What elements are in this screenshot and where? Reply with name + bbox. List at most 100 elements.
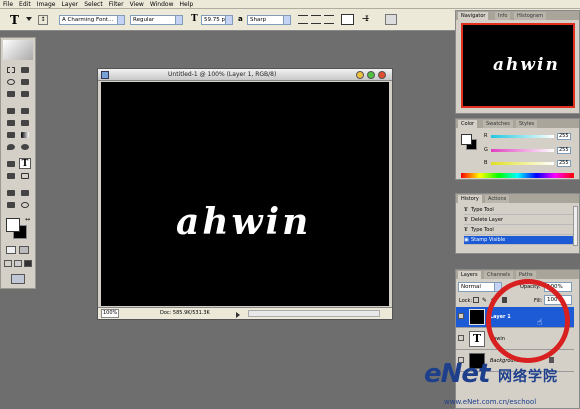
menu-image[interactable]: Image [34,0,59,8]
font-family-select[interactable]: A Charming Font... [59,15,125,25]
gradient-tool-icon[interactable] [19,130,31,140]
foreground-color-swatch[interactable] [6,218,20,232]
palettes-toggle-icon[interactable] [385,14,397,25]
doc-info[interactable]: Doc: 585.9K/531.3K [160,308,210,318]
history-brush-tool-icon[interactable] [19,118,31,128]
hand-tool-icon[interactable] [5,200,17,210]
type-tool-icon: T [464,207,468,213]
blur-tool-icon[interactable] [5,142,17,152]
minimize-button[interactable] [356,71,364,79]
brush-tool-icon[interactable] [19,106,31,116]
type-layer-icon: T [469,331,485,347]
menu-file[interactable]: File [0,0,16,8]
slider-g[interactable] [491,149,554,152]
align-left-icon[interactable] [298,15,308,24]
channel-label-r: R [484,133,488,139]
canvas[interactable]: ahwin [101,82,389,306]
lock-transparency-icon[interactable] [473,297,479,303]
align-right-icon[interactable] [324,15,334,24]
font-style-select[interactable]: Regular [130,15,183,25]
align-center-icon[interactable] [311,15,321,24]
slider-b[interactable] [491,162,554,165]
document-title: Untitled-1 @ 100% (Layer 1, RGB/8) [168,71,277,78]
slider-r[interactable] [491,135,554,138]
crop-tool-icon[interactable] [5,89,17,99]
color-tabs: Color Swatches Styles [456,119,579,128]
lasso-tool-icon[interactable] [5,77,17,87]
tab-history[interactable]: History [458,195,482,203]
panel-fg-color-swatch[interactable] [461,134,472,145]
standard-mode-icon[interactable] [6,246,16,254]
tab-actions[interactable]: Actions [485,195,510,203]
tab-navigator[interactable]: Navigator [458,12,489,20]
chevron-down-icon [225,16,232,24]
tab-info[interactable]: Info [495,12,511,20]
close-button[interactable] [378,71,386,79]
color-ramp[interactable] [461,173,574,178]
notes-tool-icon[interactable] [5,188,17,198]
path-selection-tool-icon[interactable] [5,159,17,169]
pen-tool-icon[interactable] [5,171,17,181]
warp-text-icon[interactable]: ɪ̶ [365,13,369,24]
screen-mode-standard-icon[interactable] [4,260,12,267]
stamp-tool-icon[interactable] [5,118,17,128]
quick-mask-mode-icon[interactable] [19,246,29,254]
toolbox: T ↔ [0,37,36,289]
chevron-down-icon [175,16,182,24]
eye-icon[interactable] [458,335,464,341]
move-tool-icon[interactable] [19,65,31,75]
tool-preset-dropdown-icon[interactable] [26,17,32,21]
zoom-tool-icon[interactable] [19,200,31,210]
type-tool-icon[interactable]: T [10,13,19,27]
menu-filter[interactable]: Filter [106,0,127,8]
menu-layer[interactable]: Layer [58,0,81,8]
screen-mode-full-menu-icon[interactable] [14,260,22,267]
zoom-field[interactable]: 100% [101,309,119,318]
history-item[interactable]: T Type Tool [464,206,574,215]
antialias-select[interactable]: Sharp [247,15,291,25]
document-title-bar[interactable]: Untitled-1 @ 100% (Layer 1, RGB/8) [98,69,392,81]
menu-help[interactable]: Help [177,0,197,8]
shape-tool-icon[interactable] [19,171,31,181]
history-item[interactable]: T Type Tool [464,226,574,235]
eyedropper-tool-icon[interactable] [19,188,31,198]
tab-swatches[interactable]: Swatches [483,120,513,128]
magic-wand-tool-icon[interactable] [19,77,31,87]
tab-layers[interactable]: Layers [458,271,481,279]
font-size-select[interactable]: 59.75 pt [201,15,233,25]
tab-channels[interactable]: Channels [484,271,514,279]
menu-window[interactable]: Window [147,0,177,8]
text-color-swatch[interactable] [341,14,354,25]
eye-icon[interactable] [458,313,464,319]
healing-brush-tool-icon[interactable] [5,106,17,116]
value-r[interactable]: 255 [557,133,571,140]
tab-histogram[interactable]: Histogram [514,12,546,20]
tab-styles[interactable]: Styles [516,120,538,128]
slice-tool-icon[interactable] [19,89,31,99]
history-item-selected[interactable]: ▣ Stamp Visible [464,236,574,245]
maximize-button[interactable] [367,71,375,79]
screen-mode-full-icon[interactable] [24,260,32,267]
swap-colors-icon[interactable]: ↔ [25,216,30,223]
tab-color[interactable]: Color [458,120,478,128]
dodge-tool-icon[interactable] [19,142,31,152]
marquee-tool-icon[interactable] [5,65,17,75]
tab-paths[interactable]: Paths [516,271,536,279]
type-tool-active-icon[interactable]: T [19,158,31,169]
menu-select[interactable]: Select [81,0,106,8]
value-b[interactable]: 255 [557,160,571,167]
menu-edit[interactable]: Edit [16,0,34,8]
history-scrollbar[interactable] [573,206,578,246]
horizontal-scrollbar[interactable] [248,310,380,317]
navigator-preview[interactable]: ahwin [461,23,575,108]
watermark-url: www.eNet.com.cn/eschool [444,398,537,406]
status-menu-arrow-icon[interactable] [236,312,240,318]
history-item[interactable]: T Delete Layer [464,216,574,225]
jump-to-imageready-icon[interactable] [11,274,25,284]
value-g[interactable]: 255 [557,147,571,154]
eraser-tool-icon[interactable] [5,130,17,140]
blend-mode-select[interactable]: Normal [458,282,502,292]
menu-view[interactable]: View [127,0,147,8]
lock-image-icon[interactable]: ✎ [482,297,487,304]
orientation-toggle-icon[interactable]: ↕ [38,15,48,25]
